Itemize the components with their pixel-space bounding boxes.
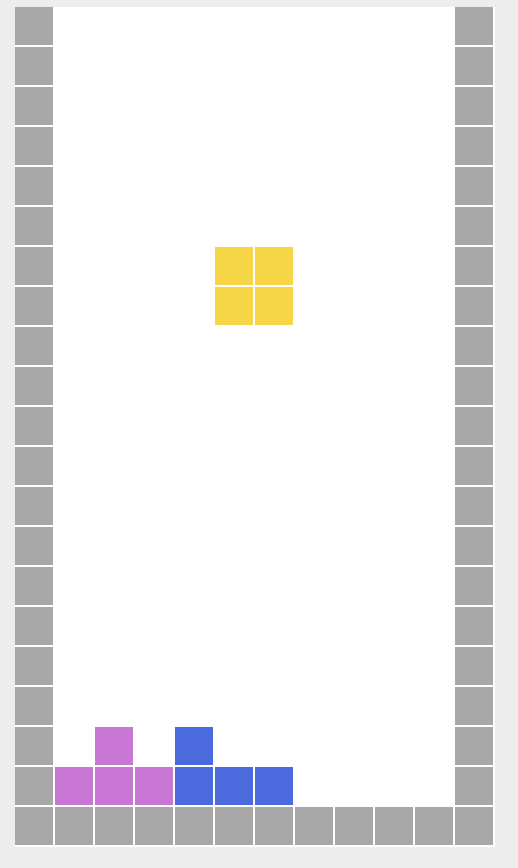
locked-block-t [135,767,173,805]
floor-cell [215,807,253,845]
wall-cell [455,567,493,605]
wall-cell [455,47,493,85]
wall-cell [15,247,53,285]
wall-cell [455,207,493,245]
wall-cell [455,607,493,645]
wall-cell [455,327,493,365]
wall-cell [455,7,493,45]
wall-cell [15,167,53,205]
wall-cell [455,687,493,725]
active-piece-block [255,287,293,325]
wall-cell [455,767,493,805]
floor-cell [415,807,453,845]
wall-cell [455,447,493,485]
wall-cell [15,607,53,645]
game-board [15,7,495,847]
wall-cell [15,527,53,565]
wall-cell [455,287,493,325]
locked-block-j [175,767,213,805]
floor-cell [255,807,293,845]
wall-cell [15,647,53,685]
wall-cell [15,287,53,325]
wall-cell [455,407,493,445]
active-piece-block [255,247,293,285]
wall-cell [15,487,53,525]
locked-block-t [95,767,133,805]
wall-cell [15,767,53,805]
wall-cell [455,487,493,525]
wall-cell [15,87,53,125]
wall-cell [455,647,493,685]
floor-cell [135,807,173,845]
locked-block-t [55,767,93,805]
floor-cell [375,807,413,845]
floor-cell [95,807,133,845]
wall-cell [455,727,493,765]
locked-block-j [255,767,293,805]
wall-cell [15,727,53,765]
wall-cell [15,47,53,85]
wall-cell [455,247,493,285]
wall-cell [15,407,53,445]
active-piece-block [215,287,253,325]
wall-cell [15,127,53,165]
floor-cell [55,807,93,845]
floor-cell [335,807,373,845]
locked-block-j [175,727,213,765]
floor-cell [295,807,333,845]
locked-block-t [95,727,133,765]
wall-cell [15,207,53,245]
wall-cell [455,87,493,125]
wall-cell [455,807,493,845]
wall-cell [15,7,53,45]
locked-block-j [215,767,253,805]
wall-cell [15,327,53,365]
wall-cell [15,367,53,405]
wall-cell [15,807,53,845]
floor-cell [175,807,213,845]
wall-cell [455,527,493,565]
wall-cell [455,167,493,205]
active-piece-block [215,247,253,285]
wall-cell [15,687,53,725]
wall-cell [15,567,53,605]
wall-cell [455,127,493,165]
wall-cell [455,367,493,405]
wall-cell [15,447,53,485]
